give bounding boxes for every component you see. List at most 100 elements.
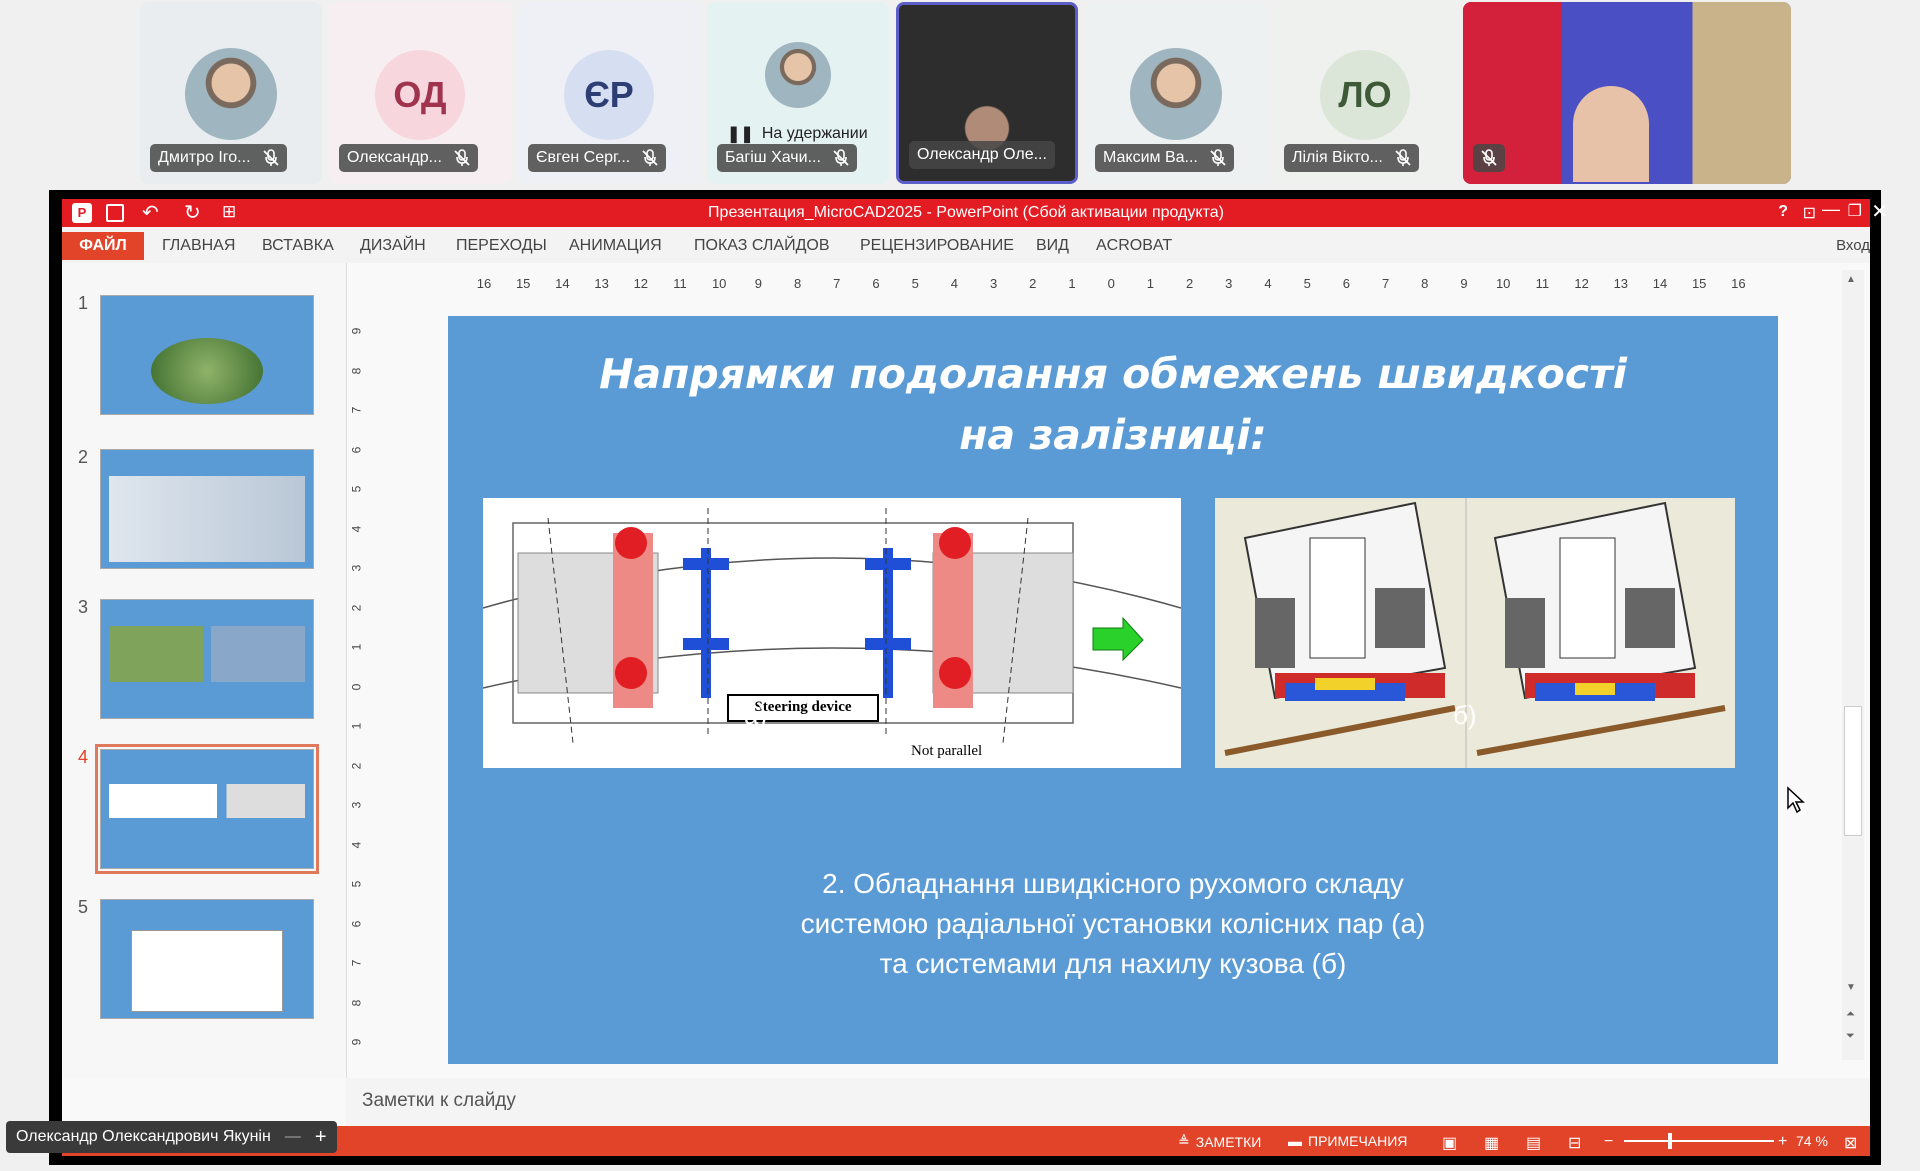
ruler-tick: 4: [950, 276, 958, 291]
ruler-tick: 10: [1495, 276, 1511, 291]
ruler-tick: 8: [1421, 276, 1429, 291]
comments-toggle-button[interactable]: ▬ ПРИМЕЧАНИЯ: [1288, 1133, 1407, 1149]
participant-tile[interactable]: Максим Ва...: [1085, 2, 1267, 184]
slide-thumbnail-1[interactable]: [100, 295, 314, 415]
restore-icon[interactable]: ❐: [1848, 201, 1862, 221]
ruler-tick: 1: [1146, 276, 1154, 291]
ruler-tick: 16: [1731, 276, 1746, 291]
ruler-tick: 11: [673, 276, 687, 291]
participant-avatar: [1130, 48, 1222, 140]
pause-icon: ❚❚: [727, 126, 754, 143]
slideshow-view-icon[interactable]: ⊟: [1568, 1133, 1581, 1153]
ruler-tick: 12: [633, 276, 649, 291]
participant-nameplate: Лілія Вікто...: [1284, 144, 1419, 172]
vertical-scrollbar[interactable]: ▲ ▼ ⏶ ⏷: [1842, 270, 1864, 1060]
ribbon-display-icon[interactable]: ⊡: [1803, 203, 1816, 223]
participant-face: [1573, 86, 1649, 182]
reading-view-icon[interactable]: ▤: [1526, 1133, 1541, 1153]
participant-nameplate: Дмитро Іго...: [150, 144, 287, 172]
ruler-tick: 6: [872, 276, 880, 291]
tab-7[interactable]: РЕЦЕНЗИРОВАНИЕ: [860, 237, 1014, 255]
normal-view-icon[interactable]: ▣: [1442, 1133, 1457, 1153]
muted-mic-icon: [454, 149, 470, 166]
comment-icon: ▬: [1288, 1133, 1302, 1149]
bogie-diagram: [482, 508, 1182, 744]
tab-1[interactable]: ГЛАВНАЯ: [162, 237, 235, 255]
ruler-tick: 9: [349, 327, 364, 335]
scroll-up-icon[interactable]: ▲: [1846, 274, 1856, 285]
ruler-tick: 11: [1535, 276, 1550, 291]
ruler-tick: 4: [1264, 276, 1272, 291]
minimize-presenter-icon[interactable]: —: [285, 1128, 301, 1146]
thumbnail-preview: [109, 784, 305, 818]
help-button[interactable]: ?: [1778, 203, 1788, 221]
participant-tile[interactable]: ❚❚ На удержании Багіш Хачи...: [707, 2, 889, 184]
scroll-thumb[interactable]: [1844, 706, 1862, 836]
participant-tile[interactable]: ОД Олександр...: [329, 2, 511, 184]
ruler-tick: 2: [1029, 276, 1037, 291]
ruler-tick: 6: [349, 446, 364, 453]
notes-placeholder[interactable]: Заметки к слайду: [362, 1090, 516, 1112]
tab-8[interactable]: ВИД: [1036, 237, 1069, 255]
tab-9[interactable]: ACROBAT: [1096, 237, 1172, 255]
participant-nameplate: [1473, 144, 1505, 172]
notes-toggle-button[interactable]: ≜ ЗАМЕТКИ: [1178, 1133, 1261, 1150]
slide-sorter-icon[interactable]: ▦: [1484, 1133, 1499, 1153]
participant-tile[interactable]: [1463, 2, 1791, 184]
ruler-tick: 15: [515, 276, 531, 291]
slide-thumbnail-4[interactable]: [95, 744, 319, 874]
minimize-icon[interactable]: —: [1822, 199, 1840, 220]
thumbnail-number: 1: [78, 293, 89, 313]
zoom-slider-thumb[interactable]: [1668, 1133, 1672, 1149]
ruler-tick: 14: [1652, 276, 1668, 291]
title-bar: P ↶ ↻ ⊞ Презентация_MicroCAD2025 - Power…: [62, 199, 1888, 227]
tab-file[interactable]: ФАЙЛ: [62, 232, 144, 260]
notes-pane[interactable]: Заметки к слайду: [346, 1078, 1870, 1126]
slide-thumbnail-2[interactable]: [100, 449, 314, 569]
participant-tile[interactable]: Олександр Оле...: [896, 2, 1078, 184]
ruler-tick: 4: [349, 841, 364, 848]
participant-tile[interactable]: Дмитро Іго...: [140, 2, 322, 184]
presenter-name-bar: Олександр Олександрович Якунін — +: [6, 1121, 337, 1153]
slide-thumbnail-3[interactable]: [100, 599, 314, 719]
body-line-2: системою радіальної установки колісних п…: [800, 908, 1426, 939]
mouse-cursor-icon: [1787, 786, 1805, 814]
ruler-tick: 7: [1381, 276, 1390, 291]
zoom-slider[interactable]: [1624, 1140, 1774, 1142]
ruler-tick: 5: [349, 880, 364, 888]
zoom-out-icon[interactable]: −: [1604, 1133, 1613, 1151]
zoom-in-icon[interactable]: +: [1778, 1133, 1787, 1151]
ruler-tick: 7: [349, 959, 364, 967]
muted-mic-icon: [1395, 149, 1411, 166]
slide-title-line-1: Напрямки подолання обмежень швидкості: [599, 350, 1627, 398]
participant-name: Лілія Вікто...: [1292, 149, 1383, 166]
next-slide-icon[interactable]: ⏷: [1846, 1030, 1855, 1043]
presenter-name: Олександр Олександрович Якунін: [16, 1128, 271, 1145]
not-parallel-label: Not parallel: [911, 743, 983, 759]
fit-slide-icon[interactable]: ⊠: [1844, 1133, 1857, 1153]
current-slide[interactable]: Напрямки подолання обмежень швидкості на…: [448, 316, 1778, 1064]
participant-name: Багіш Хачи...: [725, 149, 821, 166]
slide-thumbnail-5[interactable]: [100, 899, 314, 1019]
close-icon[interactable]: ✕: [1871, 199, 1888, 224]
previous-slide-icon[interactable]: ⏶: [1846, 1008, 1855, 1021]
scroll-down-icon[interactable]: ▼: [1846, 982, 1856, 993]
ruler-tick: 5: [911, 276, 919, 291]
tab-5[interactable]: АНИМАЦИЯ: [569, 237, 662, 255]
tab-3[interactable]: ДИЗАЙН: [360, 237, 426, 255]
ruler-tick: 3: [349, 564, 364, 572]
thumbnail-preview: [109, 626, 305, 682]
ruler-tick: 8: [349, 999, 364, 1006]
ruler-tick: 13: [594, 276, 609, 291]
participant-tile[interactable]: ЛО Лілія Вікто...: [1274, 2, 1456, 184]
add-icon[interactable]: +: [315, 1126, 327, 1149]
thumbnail-preview: [151, 338, 263, 404]
signin-link[interactable]: Вход: [1836, 237, 1870, 254]
zoom-level[interactable]: 74 %: [1796, 1133, 1828, 1149]
ruler-tick: 4: [349, 525, 364, 532]
body-line-1: 2. Обладнання швидкісного рухомого склад…: [822, 868, 1404, 899]
participant-tile[interactable]: ЄР Євген Серг...: [518, 2, 700, 184]
tab-6[interactable]: ПОКАЗ СЛАЙДОВ: [694, 237, 830, 255]
tab-4[interactable]: ПЕРЕХОДЫ: [456, 237, 547, 255]
tab-2[interactable]: ВСТАВКА: [262, 237, 334, 255]
